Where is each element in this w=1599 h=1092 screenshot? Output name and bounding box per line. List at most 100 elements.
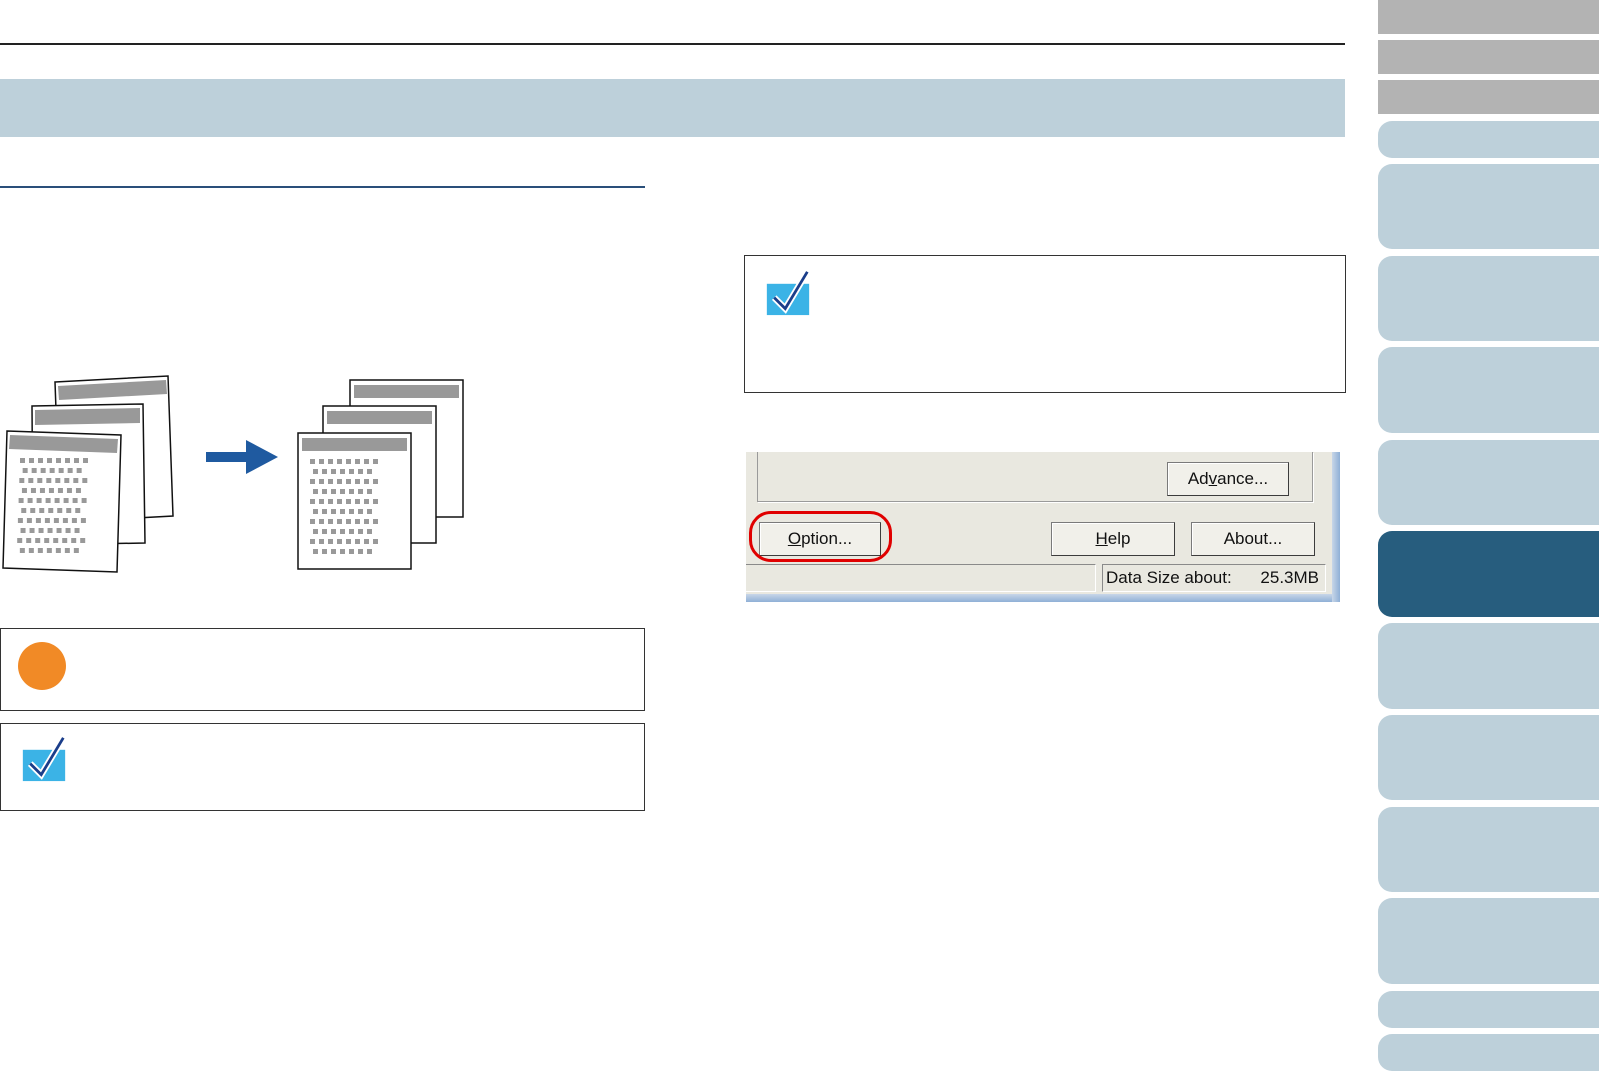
text-dot	[48, 488, 54, 493]
text-dot	[367, 509, 372, 514]
nav-tab-8[interactable]	[1378, 715, 1599, 800]
window-frame-bottom	[746, 594, 1340, 602]
nav-tab-active[interactable]	[1378, 531, 1599, 617]
text-dot	[358, 549, 363, 554]
nav-top-tab-1[interactable]	[1378, 0, 1599, 34]
text-dot	[367, 529, 372, 534]
right-document-stack	[297, 379, 464, 570]
status-field-empty	[746, 564, 1096, 592]
text-dot	[340, 509, 345, 514]
text-dot	[44, 518, 50, 523]
text-dot	[75, 508, 81, 513]
text-dot	[28, 478, 34, 483]
text-dot	[22, 468, 28, 473]
text-dot	[310, 459, 315, 464]
text-dot	[337, 519, 342, 524]
text-dot	[322, 529, 327, 534]
text-dot	[358, 489, 363, 494]
text-dot	[29, 528, 35, 533]
text-dot	[21, 488, 27, 493]
nav-tab-3[interactable]	[1378, 256, 1599, 341]
hint-note-right	[744, 255, 1346, 393]
text-dot	[80, 518, 86, 523]
nav-tab-1[interactable]	[1378, 121, 1599, 158]
text-dot	[346, 539, 351, 544]
text-dot	[340, 529, 345, 534]
text-dot	[337, 499, 342, 504]
text-dot	[55, 478, 61, 483]
text-dot	[57, 488, 63, 493]
text-dot	[62, 538, 68, 543]
text-dot	[364, 479, 369, 484]
text-dot	[364, 519, 369, 524]
nav-tab-7[interactable]	[1378, 623, 1599, 709]
status-field-data-size: Data Size about: 25.3MB	[1102, 564, 1326, 592]
text-dot	[39, 488, 45, 493]
text-dot	[57, 508, 63, 513]
text-dot	[340, 549, 345, 554]
about-button[interactable]: About...	[1191, 522, 1315, 556]
help-button[interactable]: Help	[1051, 522, 1175, 556]
title-band	[0, 79, 1345, 137]
text-dot	[337, 479, 342, 484]
nav-tab-5[interactable]	[1378, 440, 1599, 525]
text-dot	[313, 529, 318, 534]
text-dot	[313, 489, 318, 494]
text-dot	[29, 458, 34, 463]
text-dot	[48, 508, 54, 513]
text-dot	[349, 529, 354, 534]
text-dot	[37, 478, 43, 483]
text-dot	[358, 529, 363, 534]
text-dot	[72, 498, 78, 503]
text-dot	[313, 509, 318, 514]
nav-tab-2[interactable]	[1378, 164, 1599, 249]
option-highlight	[749, 511, 892, 562]
check-icon	[22, 736, 67, 782]
text-dot	[328, 499, 333, 504]
text-dot	[49, 468, 55, 473]
text-dot	[319, 519, 324, 524]
text-dot	[26, 518, 32, 523]
text-dot	[27, 498, 33, 503]
text-dot	[64, 478, 70, 483]
text-dot	[355, 479, 360, 484]
nav-tab-10[interactable]	[1378, 898, 1599, 984]
text-dot	[373, 519, 378, 524]
text-dot	[63, 498, 69, 503]
nav-top-tab-3[interactable]	[1378, 80, 1599, 114]
text-dot	[358, 509, 363, 514]
text-dot	[340, 469, 345, 474]
data-size-value: 25.3MB	[1260, 568, 1319, 587]
nav-tab-12[interactable]	[1378, 1034, 1599, 1071]
text-dot	[322, 549, 327, 554]
text-dot	[331, 529, 336, 534]
text-dot	[71, 518, 77, 523]
nav-tab-4[interactable]	[1378, 347, 1599, 433]
nav-top-tab-2[interactable]	[1378, 40, 1599, 74]
nav-tab-9[interactable]	[1378, 807, 1599, 892]
text-dot	[319, 459, 324, 464]
text-dot	[20, 458, 25, 463]
text-dot	[47, 528, 53, 533]
text-dot	[349, 489, 354, 494]
data-size-label: Data Size about:	[1106, 568, 1232, 587]
text-dot	[358, 469, 363, 474]
text-dot	[83, 458, 88, 463]
text-dot	[44, 538, 50, 543]
check-icon	[766, 270, 811, 316]
text-dot	[53, 518, 59, 523]
text-dot	[76, 468, 82, 473]
advance-button[interactable]: Advance...	[1167, 462, 1289, 496]
text-dot	[56, 458, 61, 463]
text-dot	[349, 549, 354, 554]
text-dot	[46, 478, 52, 483]
nav-tab-11[interactable]	[1378, 991, 1599, 1028]
text-dot	[66, 488, 72, 493]
text-dot	[328, 519, 333, 524]
text-dot	[364, 499, 369, 504]
text-dot	[331, 509, 336, 514]
text-dot	[73, 548, 79, 553]
window-frame-right	[1332, 452, 1340, 602]
text-dot	[73, 478, 79, 483]
text-dot	[30, 508, 36, 513]
